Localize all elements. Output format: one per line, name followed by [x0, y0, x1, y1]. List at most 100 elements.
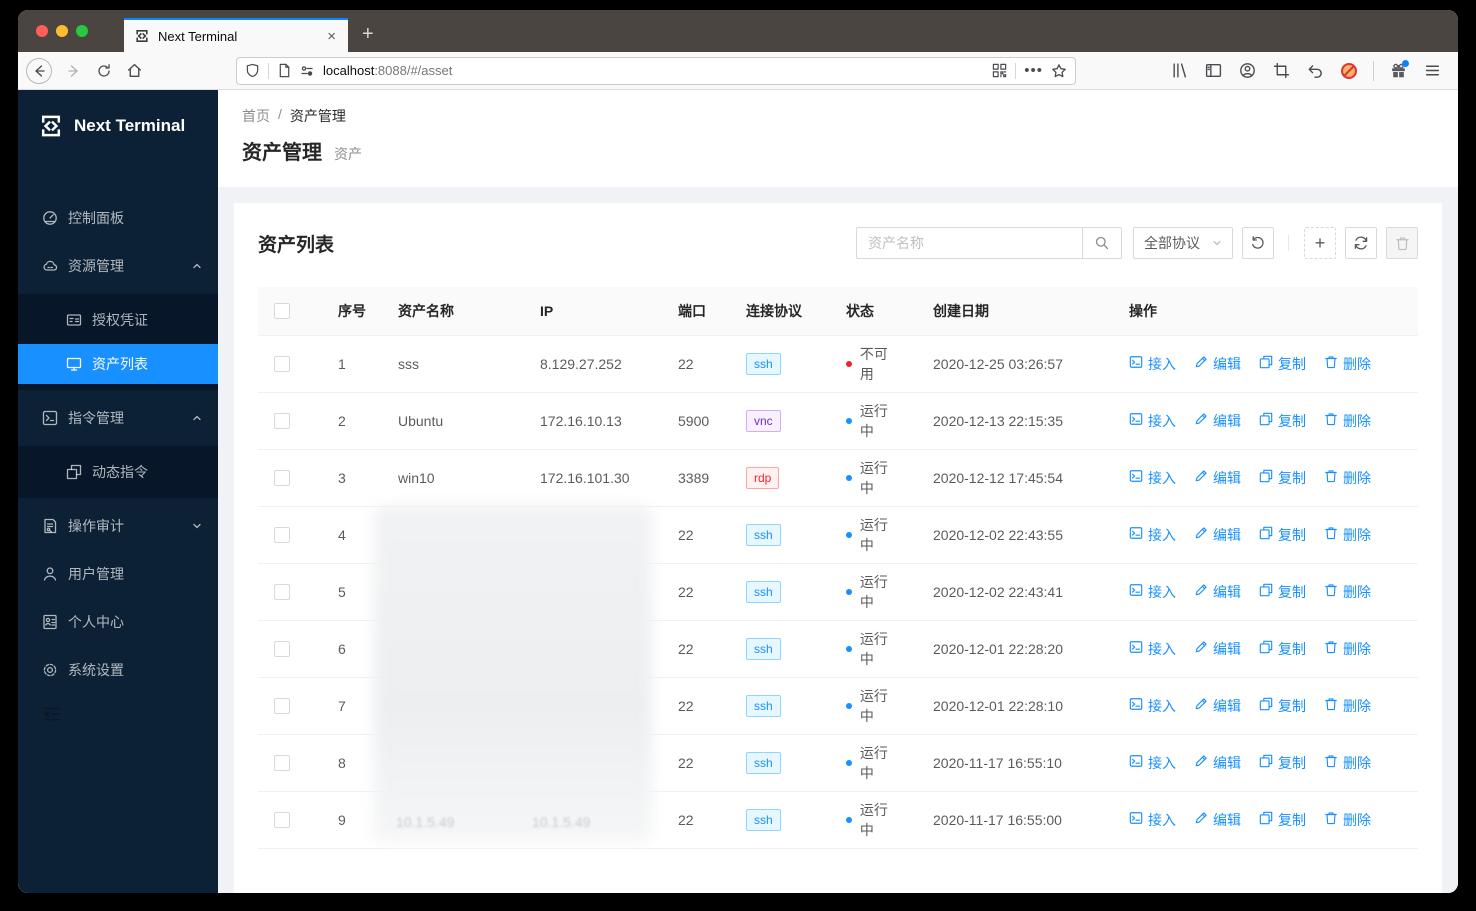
copy-action-link[interactable]: 复制 — [1259, 753, 1306, 773]
edit-action-link[interactable]: 编辑 — [1194, 468, 1241, 488]
row-checkbox[interactable] — [274, 355, 290, 372]
sidebar-item-profile[interactable]: 个人中心 — [18, 602, 218, 642]
window-controls[interactable] — [18, 10, 106, 52]
copy-action-link[interactable]: 复制 — [1259, 696, 1306, 716]
tab-close-icon[interactable]: × — [325, 28, 338, 45]
status-dot-icon — [846, 474, 852, 481]
row-checkbox[interactable] — [274, 754, 290, 771]
delete-action-link[interactable]: 删除 — [1324, 753, 1371, 773]
breadcrumb-home[interactable]: 首页 — [242, 106, 270, 126]
edit-action-link[interactable]: 编辑 — [1194, 354, 1241, 374]
edit-action-link[interactable]: 编辑 — [1194, 753, 1241, 773]
browser-tab[interactable]: Next Terminal × — [124, 18, 348, 52]
page-info-icon[interactable] — [277, 63, 292, 78]
row-checkbox[interactable] — [274, 640, 290, 657]
refresh-button[interactable] — [1345, 227, 1377, 259]
sidebars-icon[interactable] — [1199, 57, 1227, 85]
back-button[interactable] — [26, 57, 52, 84]
connect-action-link[interactable]: 接入 — [1129, 525, 1176, 545]
connect-action-link[interactable]: 接入 — [1129, 411, 1176, 431]
search-input[interactable] — [856, 227, 1082, 259]
search-button[interactable] — [1082, 227, 1122, 259]
table-header-row: 序号 资产名称 IP 端口 连接协议 状态 创建日期 操作 — [258, 287, 1418, 336]
delete-action-link[interactable]: 删除 — [1324, 810, 1371, 830]
connect-action-link[interactable]: 接入 — [1129, 639, 1176, 659]
edit-action-link[interactable]: 编辑 — [1194, 582, 1241, 602]
minimize-window-button[interactable] — [56, 25, 68, 37]
edit-action-link[interactable]: 编辑 — [1194, 810, 1241, 830]
connect-action-link[interactable]: 接入 — [1129, 354, 1176, 374]
row-checkbox[interactable] — [274, 526, 290, 543]
sidebar-item-commands[interactable]: 指令管理 — [18, 398, 218, 438]
add-asset-button[interactable]: + — [1304, 227, 1336, 259]
undo-arrow-icon[interactable] — [1301, 57, 1329, 85]
delete-action-link[interactable]: 删除 — [1324, 411, 1371, 431]
row-checkbox[interactable] — [274, 811, 290, 828]
sidebar-item-dashboard[interactable]: 控制面板 — [18, 198, 218, 238]
undo-button[interactable] — [1242, 227, 1274, 259]
delete-action-link[interactable]: 删除 — [1324, 525, 1371, 545]
close-window-button[interactable] — [36, 25, 48, 37]
forward-button[interactable] — [60, 57, 88, 85]
sidebar-item-credentials[interactable]: 授权凭证 — [18, 300, 218, 340]
connect-action-link[interactable]: 接入 — [1129, 582, 1176, 602]
delete-action-link[interactable]: 删除 — [1324, 582, 1371, 602]
chevron-up-icon — [192, 258, 202, 274]
screenshot-icon[interactable] — [1267, 57, 1295, 85]
bookmark-star-icon[interactable] — [1051, 63, 1067, 79]
protocol-select[interactable]: 全部协议 — [1133, 227, 1233, 259]
row-checkbox[interactable] — [274, 583, 290, 600]
delete-action-link[interactable]: 删除 — [1324, 639, 1371, 659]
delete-action-link[interactable]: 删除 — [1324, 696, 1371, 716]
url-text[interactable]: localhost:8088/#/asset — [323, 63, 992, 78]
shield-icon[interactable] — [245, 63, 260, 78]
copy-action-link[interactable]: 复制 — [1259, 411, 1306, 431]
blocked-extension-icon[interactable] — [1335, 57, 1363, 85]
gift-icon[interactable] — [1384, 57, 1412, 85]
library-icon[interactable] — [1165, 57, 1193, 85]
page-actions-icon[interactable]: ••• — [1024, 62, 1043, 79]
batch-delete-button[interactable] — [1386, 227, 1418, 259]
cell-date: 2020-12-02 22:43:41 — [917, 563, 1113, 621]
account-icon[interactable] — [1233, 57, 1261, 85]
app-logo[interactable]: Next Terminal — [18, 94, 218, 158]
sidebar-item-audit[interactable]: 操作审计 — [18, 506, 218, 546]
menu-hamburger-icon[interactable] — [1418, 57, 1446, 85]
delete-action-link[interactable]: 删除 — [1324, 468, 1371, 488]
row-checkbox[interactable] — [274, 412, 290, 429]
copy-action-link[interactable]: 复制 — [1259, 468, 1306, 488]
qr-code-icon[interactable] — [992, 63, 1007, 78]
zoom-window-button[interactable] — [76, 25, 88, 37]
edit-action-link[interactable]: 编辑 — [1194, 525, 1241, 545]
status-badge: 运行中 — [846, 629, 901, 669]
url-host: localhost — [323, 63, 375, 78]
select-all-checkbox[interactable] — [274, 302, 290, 319]
edit-action-link[interactable]: 编辑 — [1194, 639, 1241, 659]
sidebar-item-users[interactable]: 用户管理 — [18, 554, 218, 594]
connect-action-link[interactable]: 接入 — [1129, 810, 1176, 830]
copy-action-link[interactable]: 复制 — [1259, 639, 1306, 659]
connect-action-link[interactable]: 接入 — [1129, 468, 1176, 488]
copy-action-link[interactable]: 复制 — [1259, 525, 1306, 545]
new-tab-button[interactable]: + — [348, 24, 388, 52]
url-bar[interactable]: localhost:8088/#/asset ••• — [236, 56, 1076, 85]
cell-name — [382, 506, 524, 564]
sidebar-item-dynamic-commands[interactable]: 动态指令 — [18, 452, 218, 492]
edit-action-link[interactable]: 编辑 — [1194, 696, 1241, 716]
connect-action-link[interactable]: 接入 — [1129, 753, 1176, 773]
row-checkbox[interactable] — [274, 469, 290, 486]
permissions-icon[interactable] — [299, 63, 315, 79]
copy-action-link[interactable]: 复制 — [1259, 582, 1306, 602]
home-button[interactable] — [120, 57, 148, 85]
copy-action-link[interactable]: 复制 — [1259, 354, 1306, 374]
sidebar-item-settings[interactable]: 系统设置 — [18, 650, 218, 690]
menu-fold-icon[interactable] — [18, 704, 218, 729]
edit-action-link[interactable]: 编辑 — [1194, 411, 1241, 431]
connect-action-link[interactable]: 接入 — [1129, 696, 1176, 716]
delete-action-link[interactable]: 删除 — [1324, 354, 1371, 374]
row-checkbox[interactable] — [274, 697, 290, 714]
reload-button[interactable] — [90, 57, 118, 85]
copy-action-link[interactable]: 复制 — [1259, 810, 1306, 830]
sidebar-item-asset-list[interactable]: 资产列表 — [18, 344, 218, 384]
sidebar-item-resources[interactable]: 资源管理 — [18, 246, 218, 286]
